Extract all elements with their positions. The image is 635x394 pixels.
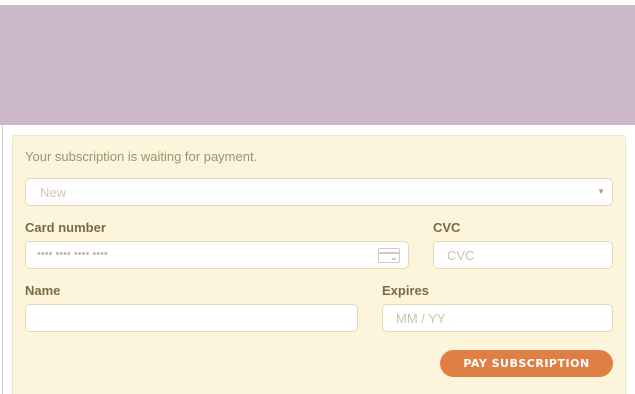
expires-label: Expires	[382, 283, 429, 298]
card-number-placeholder: •••• •••• •••• ••••	[37, 248, 108, 260]
name-input[interactable]	[25, 304, 358, 332]
expires-placeholder: MM / YY	[396, 311, 446, 326]
card-number-label: Card number	[25, 220, 106, 235]
plan-select-value: New	[40, 185, 67, 200]
header-banner	[0, 5, 635, 125]
left-divider	[2, 125, 3, 394]
cvc-placeholder: CVC	[447, 248, 475, 263]
name-label: Name	[25, 283, 61, 298]
cvc-input[interactable]: CVC	[433, 241, 613, 269]
payment-status-message: Your subscription is waiting for payment…	[25, 149, 258, 164]
expires-input[interactable]: MM / YY	[382, 304, 613, 332]
chevron-down-icon: ▼	[597, 187, 605, 196]
credit-card-icon	[378, 248, 400, 263]
cvc-label: CVC	[433, 220, 461, 235]
card-number-input[interactable]: •••• •••• •••• ••••	[25, 241, 409, 269]
pay-subscription-button[interactable]: PAY SUBSCRIPTION	[440, 350, 613, 377]
plan-select[interactable]: New ▼	[25, 178, 613, 206]
